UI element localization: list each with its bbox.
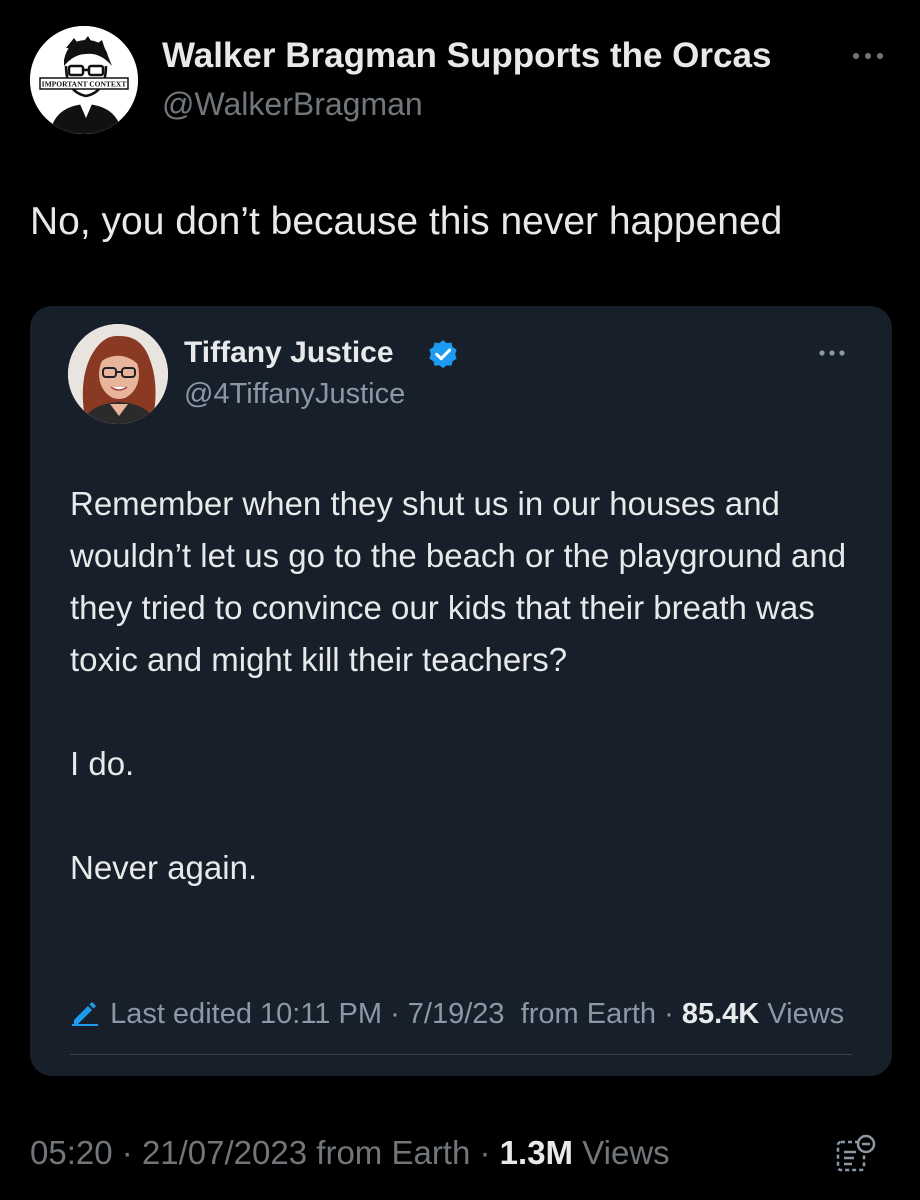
author-display-name[interactable]: Walker Bragman Supports the Orcas (162, 36, 771, 76)
verified-badge-icon (426, 338, 460, 372)
tweet-meta: 05:20 · 21/07/2023 from Earth · 1.3M Vie… (30, 1134, 670, 1171)
tweet-views-count: 1.3M (499, 1134, 574, 1171)
quoted-tweet-meta: Last edited 10:11 PM · 7/19/23 from Eart… (70, 994, 860, 1034)
author-avatar[interactable]: IMPORTANT CONTEXT (30, 26, 138, 134)
author-handle[interactable]: @WalkerBragman (162, 86, 423, 123)
quoted-paragraph: Remember when they shut us in our houses… (70, 485, 847, 678)
tweet-date: 21/07/2023 (141, 1134, 308, 1171)
quoted-paragraph: I do. (70, 745, 135, 782)
quoted-author-avatar[interactable] (68, 324, 168, 424)
more-horizontal-icon[interactable] (816, 346, 848, 360)
quoted-date: 7/19/23 (407, 998, 505, 1030)
tweet-source: from Earth (316, 1134, 471, 1171)
quoted-author-display-name[interactable]: Tiffany Justice (184, 336, 394, 370)
edited-label[interactable]: Last edited (110, 998, 252, 1030)
tweet-views-label: Views (582, 1134, 670, 1171)
analytics-icon[interactable] (834, 1132, 878, 1176)
quoted-paragraph: Never again. (70, 849, 258, 886)
more-horizontal-icon[interactable] (848, 46, 888, 66)
avatar-banner-text: IMPORTANT CONTEXT (42, 80, 127, 89)
divider (70, 1054, 852, 1055)
quoted-tweet-card[interactable]: Tiffany Justice @4TiffanyJustice Remembe… (30, 306, 892, 1076)
quoted-author-handle[interactable]: @4TiffanyJustice (184, 378, 405, 411)
quoted-tweet-text: Remember when they shut us in our houses… (70, 478, 860, 894)
quoted-time: 10:11 PM (260, 998, 382, 1030)
tweet-detail: IMPORTANT CONTEXT Walker Bragman Support… (0, 0, 920, 1200)
tweet-text: No, you don’t because this never happene… (30, 200, 783, 243)
tweet-time: 05:20 (30, 1134, 113, 1171)
quoted-source: from Earth (520, 998, 657, 1030)
quoted-views-count: 85.4K (681, 998, 760, 1030)
quoted-views-label: Views (767, 998, 845, 1030)
pencil-icon (70, 997, 102, 1026)
